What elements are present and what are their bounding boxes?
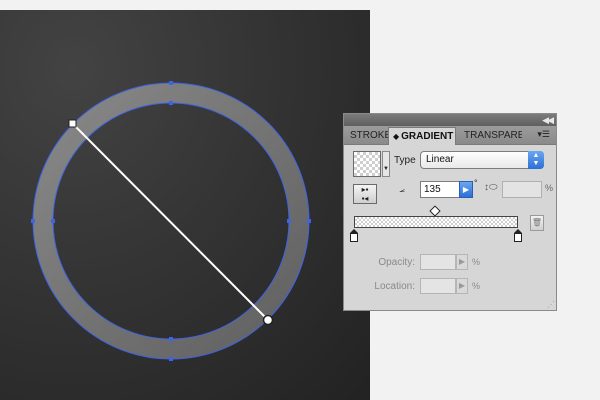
double-chevron-left-icon[interactable]: ◀◀ <box>542 114 554 126</box>
gradient-type-select[interactable]: Linear ▲ ▼ <box>420 151 544 169</box>
anchor-point[interactable] <box>31 219 35 223</box>
angle-icon: ⦟ <box>399 184 405 195</box>
anchor-point[interactable] <box>287 219 291 223</box>
aspect-percent-unit: % <box>545 183 554 193</box>
tab-gradient-label: GRADIENT <box>401 131 454 142</box>
gradient-end-handle[interactable] <box>262 314 274 326</box>
panel-menu-icon[interactable]: ▾☰ <box>537 126 550 143</box>
opacity-label: Opacity: <box>378 257 415 268</box>
opacity-input <box>420 254 456 270</box>
gradient-midpoint-handle[interactable] <box>429 205 441 217</box>
panel-tab-bar: STROKE ◆ GRADIENT TRANSPARE ▾☰ <box>344 126 556 145</box>
gradient-annotator-line[interactable] <box>72 123 269 321</box>
aspect-ratio-input <box>502 181 542 198</box>
location-label: Location: <box>374 281 415 292</box>
canvas-artboard[interactable] <box>0 10 370 400</box>
gradient-slider[interactable] <box>354 216 518 228</box>
tab-stroke[interactable]: STROKE <box>346 127 388 144</box>
trash-icon: 🗑 <box>531 218 543 227</box>
anchor-point[interactable] <box>169 101 173 105</box>
panel-titlebar[interactable]: ◀◀ <box>344 114 556 126</box>
anchor-point[interactable] <box>169 337 173 341</box>
resize-grip-icon[interactable]: ⋰ <box>547 300 555 309</box>
anchor-point[interactable] <box>169 81 173 85</box>
angle-input[interactable]: 135 <box>420 181 460 198</box>
gradient-panel: ◀◀ STROKE ◆ GRADIENT TRANSPARE ▾☰ ▼ Type … <box>343 113 557 311</box>
gradient-swatch[interactable] <box>353 151 381 177</box>
location-input <box>420 278 456 294</box>
aspect-ratio-icon: ↕⬭ <box>484 182 498 193</box>
reverse-gradient-button[interactable]: ▸▪ ▪◂ <box>353 184 377 204</box>
swatch-dropdown-button[interactable]: ▼ <box>382 151 390 177</box>
type-label: Type <box>394 155 416 166</box>
tab-gradient[interactable]: ◆ GRADIENT <box>388 127 456 145</box>
chevron-down-icon: ▼ <box>383 166 389 172</box>
opacity-percent-unit: % <box>472 257 481 267</box>
degree-unit: ° <box>474 178 478 188</box>
updown-arrows-icon: ▲ ▼ <box>528 151 544 169</box>
gradient-type-value: Linear <box>426 154 454 165</box>
anchor-point[interactable] <box>169 357 173 361</box>
gradient-origin-handle[interactable] <box>68 119 77 128</box>
location-dropdown-button: ▶ <box>456 278 468 294</box>
delete-stop-button[interactable]: 🗑 <box>530 215 544 231</box>
tab-transparency[interactable]: TRANSPARE <box>460 127 522 144</box>
anchor-point[interactable] <box>307 219 311 223</box>
gradient-stop-right[interactable] <box>514 229 522 242</box>
anchor-point[interactable] <box>51 219 55 223</box>
canvas-drawing[interactable] <box>0 10 370 400</box>
angle-dropdown-button[interactable]: ▶ <box>459 181 473 198</box>
gradient-stop-left[interactable] <box>350 229 358 242</box>
location-percent-unit: % <box>472 281 481 291</box>
updown-arrows-icon: ◆ <box>393 132 400 141</box>
opacity-dropdown-button: ▶ <box>456 254 468 270</box>
